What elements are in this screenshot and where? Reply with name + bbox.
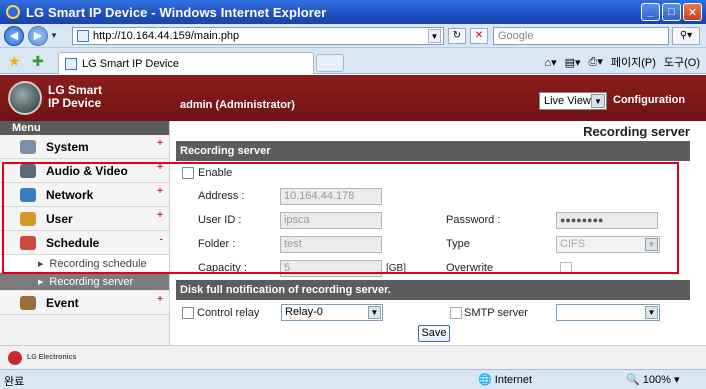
status-text: 완료 <box>4 376 25 388</box>
lg-logo-icon <box>8 350 22 365</box>
add-favorites-icon[interactable]: ✚ <box>32 53 44 70</box>
section-header-disk-full: Disk full notification of recording serv… <box>176 280 690 300</box>
subitem-label: Recording server <box>49 275 134 288</box>
search-icon[interactable]: ⚲▾ <box>672 27 700 45</box>
zone-label: Internet <box>494 374 533 386</box>
ie-logo-icon <box>6 5 20 19</box>
stop-icon[interactable]: ✕ <box>470 28 488 44</box>
view-select[interactable]: Live View ▼ <box>539 92 607 110</box>
address-row: ◀ ▶ ▼ http://10.164.44.159/main.php ▼ ↻ … <box>0 24 706 48</box>
chevron-down-icon[interactable]: ▼ <box>591 94 605 108</box>
minimize-button[interactable]: _ <box>641 3 660 21</box>
user-label: admin (Administrator) <box>180 99 295 111</box>
lg-footer: LG Electronics <box>0 345 706 369</box>
zoom-value: 100% <box>642 374 671 386</box>
smtp-checkbox[interactable] <box>450 307 462 319</box>
expand-icon[interactable]: + <box>157 294 163 305</box>
address-bar[interactable]: http://10.164.44.159/main.php ▼ <box>72 27 444 45</box>
control-relay-checkbox[interactable] <box>182 307 194 319</box>
forward-button[interactable]: ▶ <box>28 25 48 46</box>
search-input[interactable]: Google <box>493 27 669 45</box>
history-dropdown-icon[interactable]: ▼ <box>50 31 60 40</box>
address-text: http://10.164.44.159/main.php <box>93 30 240 42</box>
window-title-bar: LG Smart IP Device - Windows Internet Ex… <box>0 0 706 24</box>
app-header: LG Smart IP Device admin (Administrator)… <box>0 75 706 121</box>
feeds-icon[interactable]: ▤▾ <box>565 56 581 69</box>
save-button[interactable]: Save <box>418 325 450 342</box>
print-icon[interactable]: ⎙▾ <box>589 55 603 69</box>
sidebar-item-system[interactable]: System + <box>0 135 169 159</box>
view-select-value: Live View <box>544 95 591 107</box>
gear-icon <box>20 139 36 154</box>
brand: LG Smart IP Device <box>48 84 102 110</box>
tab-title: LG Smart IP Device <box>82 57 179 70</box>
relay-value: Relay-0 <box>285 306 323 318</box>
page-menu[interactable]: 페이지(P) <box>611 54 656 70</box>
window-title: LG Smart IP Device - Windows Internet Ex… <box>26 4 327 20</box>
event-icon <box>20 295 36 310</box>
relay-select[interactable]: Relay-0 ▼ <box>281 304 383 321</box>
internet-zone: 🌐 Internet <box>478 374 533 386</box>
configuration-link[interactable]: Configuration <box>613 94 685 106</box>
maximize-button[interactable]: □ <box>662 3 681 21</box>
sidebar-item-event[interactable]: Event + <box>0 291 169 315</box>
brand-line2: IP Device <box>48 96 102 110</box>
chevron-down-icon[interactable]: ▼ <box>645 306 658 319</box>
smtp-select[interactable]: ▼ <box>556 304 660 321</box>
expand-icon[interactable]: + <box>157 138 163 149</box>
address-dropdown-icon[interactable]: ▼ <box>428 29 441 43</box>
chevron-down-icon[interactable]: ▼ <box>368 306 381 319</box>
smtp-label: SMTP server <box>464 307 528 319</box>
page-title: Recording server <box>583 124 690 139</box>
menu-header: Menu <box>0 121 169 135</box>
highlight-box <box>2 162 679 274</box>
bullet-icon: ▶ <box>38 278 44 286</box>
sidebar-item-label: System <box>46 139 89 154</box>
tab-page-icon <box>65 57 77 70</box>
home-icon[interactable]: ⌂▾ <box>544 56 556 69</box>
tab-row: ★ ✚ LG Smart IP Device ⌂▾ ▤▾ ⎙▾ 페이지(P) 도… <box>0 48 706 74</box>
close-button[interactable]: ✕ <box>683 3 702 21</box>
refresh-icon[interactable]: ↻ <box>448 28 466 44</box>
sidebar-subitem-recording-server[interactable]: ▶ Recording server <box>0 273 169 291</box>
zoom-control[interactable]: 🔍 100% ▾ <box>626 373 679 386</box>
camera-logo-icon <box>8 81 42 115</box>
new-tab-button[interactable] <box>316 54 344 72</box>
page-icon <box>77 30 89 42</box>
control-relay-label: Control relay <box>197 307 260 319</box>
section-header-recording-server: Recording server <box>176 141 690 161</box>
footer-brand: LG Electronics <box>27 354 77 361</box>
browser-tab[interactable]: LG Smart IP Device <box>58 52 314 74</box>
sidebar-item-label: Event <box>46 295 79 310</box>
tools-menu[interactable]: 도구(O) <box>664 54 700 70</box>
status-bar: 완료 🌐 Internet 🔍 100% ▾ <box>0 369 706 389</box>
back-button[interactable]: ◀ <box>4 25 24 46</box>
favorites-star-icon[interactable]: ★ <box>8 53 21 70</box>
